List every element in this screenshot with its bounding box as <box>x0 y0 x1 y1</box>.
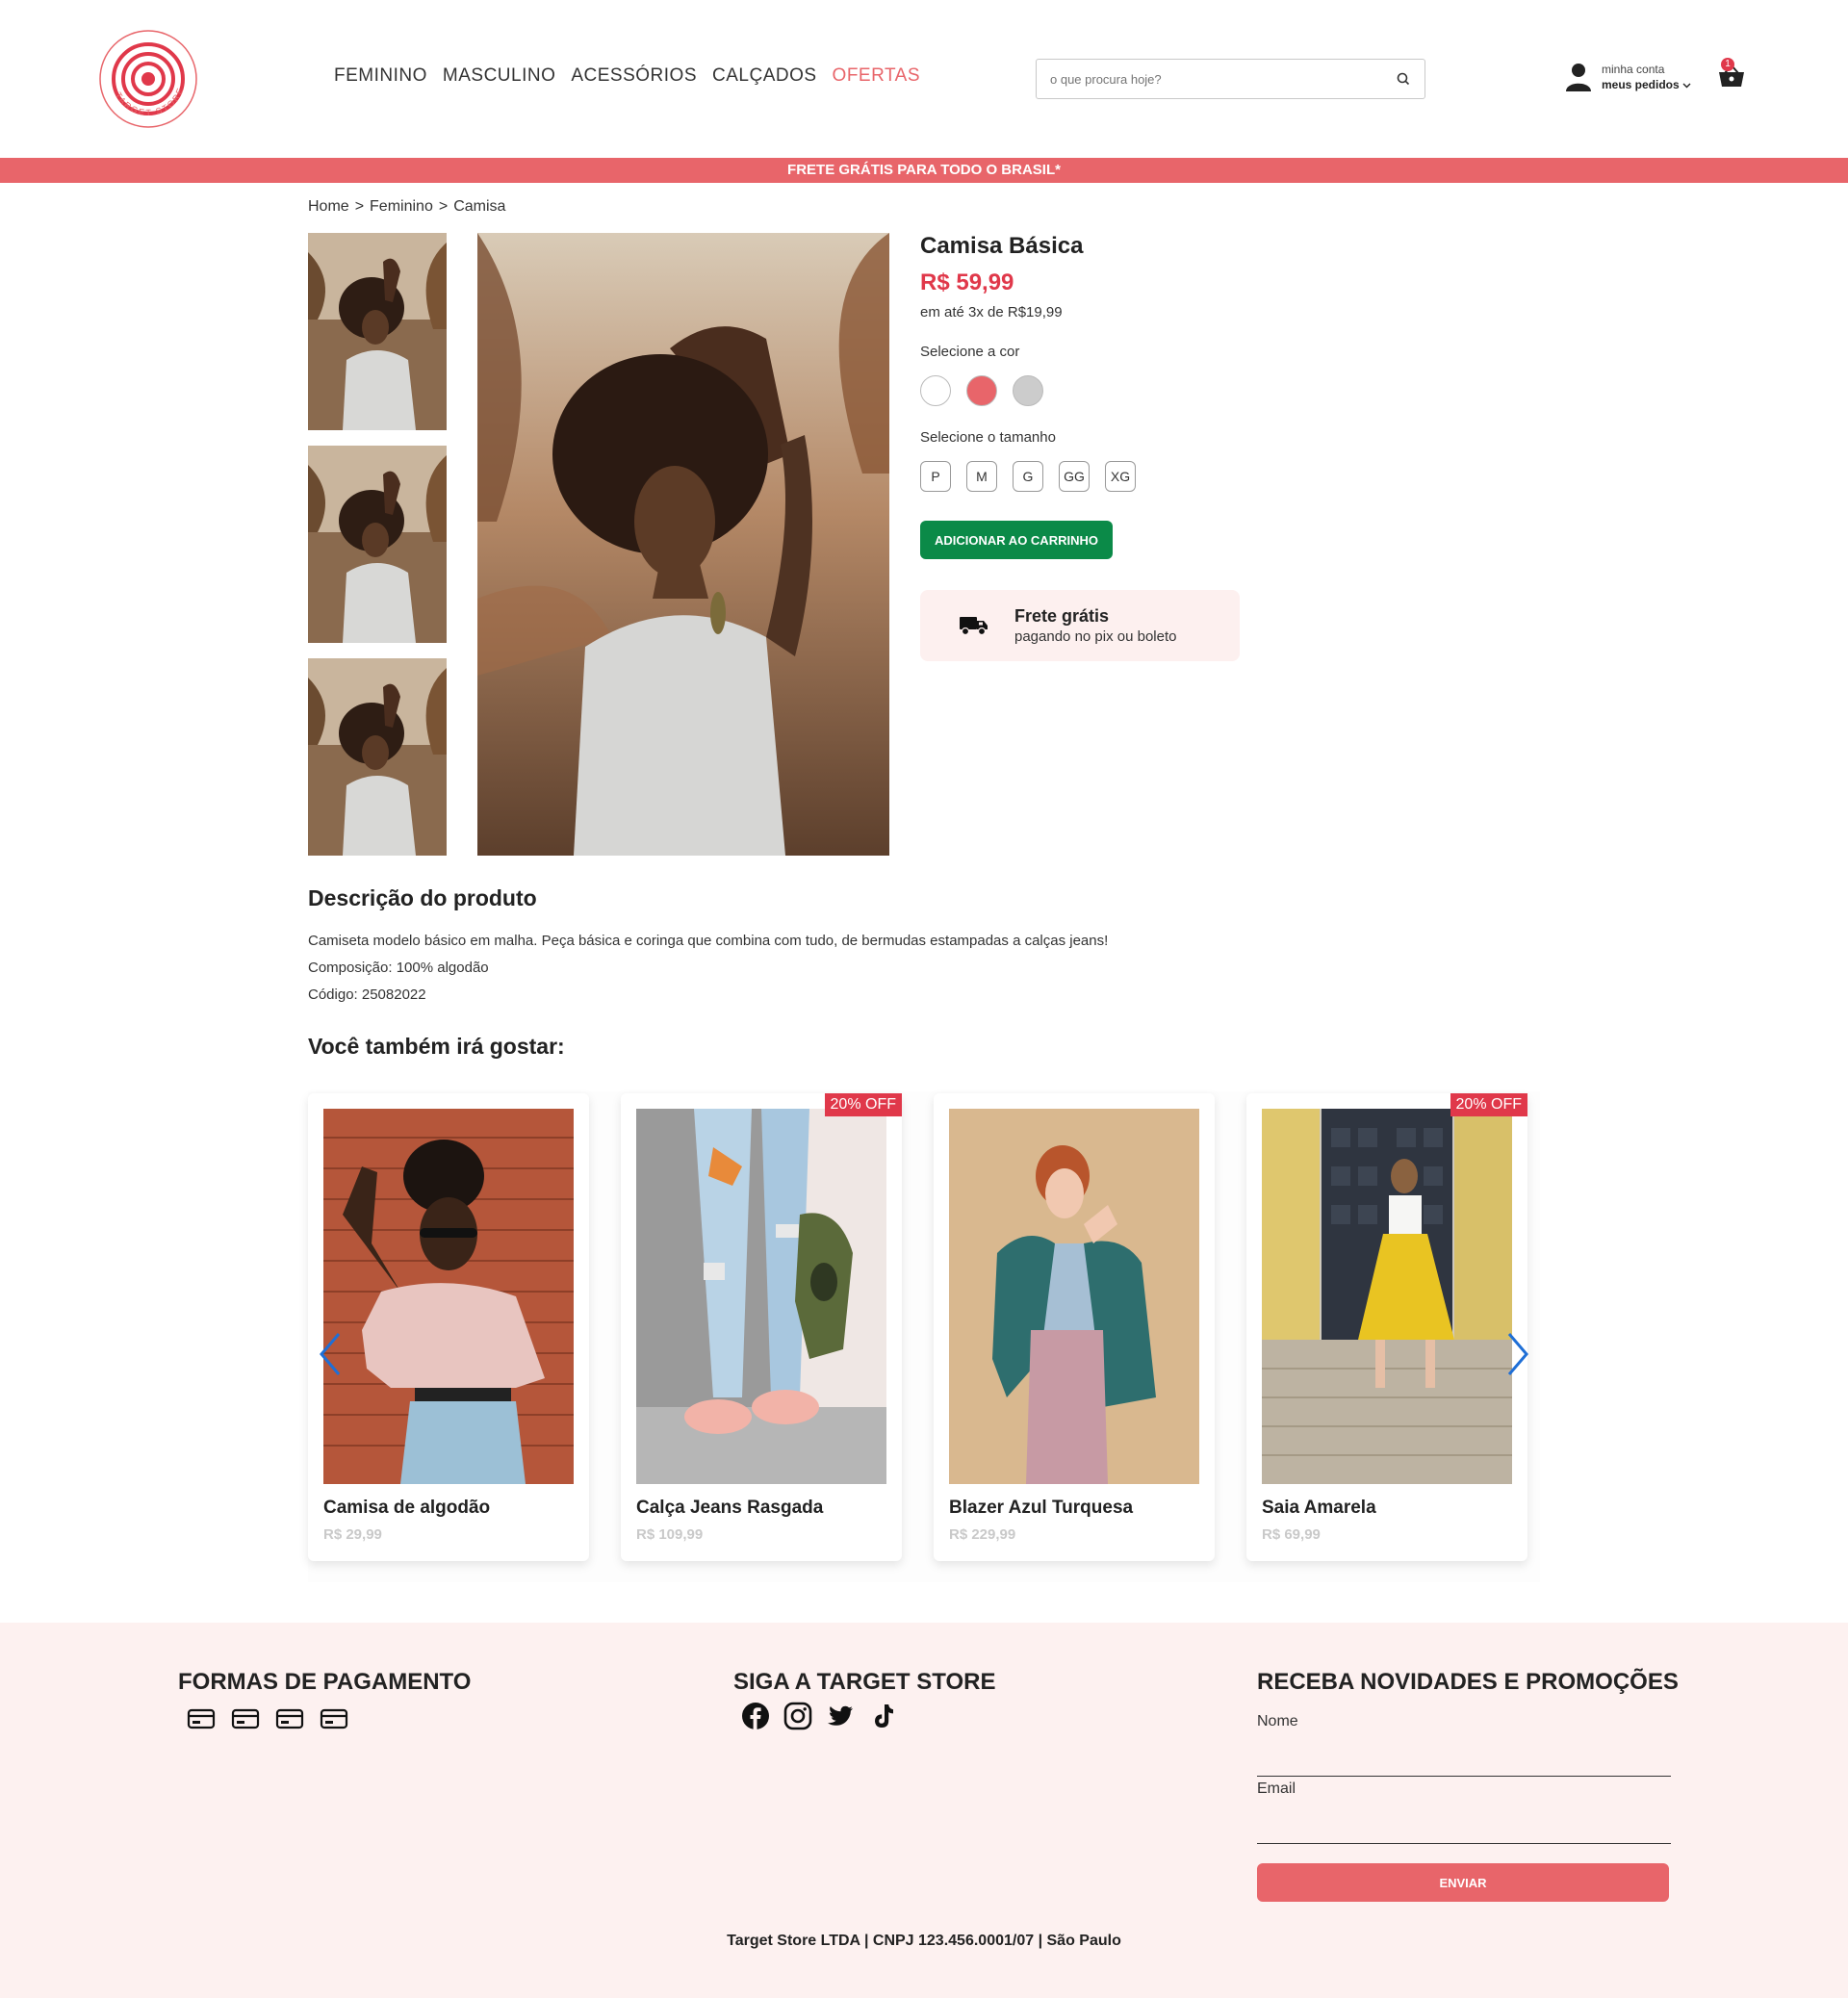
nav-calcados[interactable]: CALÇADOS <box>712 65 817 87</box>
color-label: Selecione a cor <box>920 344 1020 360</box>
payment-methods <box>187 1707 348 1730</box>
product-card[interactable]: 20% OFF Calça Jeans Rasgada R$ 109,99 <box>621 1093 902 1561</box>
email-label: Email <box>1257 1780 1296 1797</box>
product-info: Camisa Básica R$ 59,99 em até 3x de R$19… <box>920 233 1247 661</box>
free-shipping-banner: FRETE GRÁTIS PARA TODO O BRASIL* <box>0 158 1848 183</box>
thumbnail-list <box>308 233 447 871</box>
cart-count-badge: 1 <box>1721 58 1734 71</box>
product-card-image <box>636 1109 886 1484</box>
breadcrumb-separator: > <box>354 198 365 215</box>
description-heading: Descrição do produto <box>308 885 537 910</box>
product-card-image <box>949 1109 1199 1484</box>
twitter-icon[interactable] <box>826 1702 855 1730</box>
product-card-image <box>1262 1109 1512 1484</box>
credit-card-icon <box>275 1708 304 1729</box>
product-code: Código: 25082022 <box>308 986 426 1003</box>
product-description: Descrição do produto Camiseta modelo bás… <box>308 885 1270 1004</box>
product-price: R$ 59,99 <box>920 269 1014 295</box>
size-p-button[interactable]: P <box>920 461 951 492</box>
newsletter-email-input[interactable] <box>1257 1815 1671 1844</box>
breadcrumb-camisa: Camisa <box>453 198 506 215</box>
product-card-price: R$ 69,99 <box>1262 1526 1321 1543</box>
product-card[interactable]: Camisa de algodão R$ 29,99 <box>308 1093 589 1561</box>
shipping-title: Frete grátis <box>1014 606 1110 626</box>
site-header: TARGET STORE FEMININO MASCULINO ACESSÓRI… <box>0 0 1848 158</box>
product-card-price: R$ 109,99 <box>636 1526 704 1543</box>
newsletter-name-input[interactable] <box>1257 1748 1671 1777</box>
breadcrumb: Home > Feminino > Camisa <box>308 198 505 216</box>
recommendations-heading: Você também irá gostar: <box>308 1034 565 1059</box>
product-card[interactable]: 20% OFF Saia Amarela R$ 69,99 <box>1246 1093 1527 1561</box>
installments-text: em até 3x de R$19,99 <box>920 304 1063 320</box>
search-box <box>1036 59 1425 99</box>
shipping-subtitle: pagando no pix ou boleto <box>1014 628 1177 645</box>
instagram-icon[interactable] <box>783 1702 812 1730</box>
product-card-price: R$ 29,99 <box>323 1526 382 1543</box>
carousel-prev-arrow[interactable] <box>318 1332 343 1376</box>
product-card-name: Saia Amarela <box>1262 1498 1376 1518</box>
size-g-button[interactable]: G <box>1013 461 1043 492</box>
product-card[interactable]: Blazer Azul Turquesa R$ 229,99 <box>934 1093 1215 1561</box>
search-input[interactable] <box>1050 71 1396 87</box>
truck-icon <box>960 617 988 636</box>
size-label: Selecione o tamanho <box>920 429 1056 446</box>
nav-ofertas[interactable]: OFERTAS <box>833 65 920 87</box>
product-title: Camisa Básica <box>920 233 1084 259</box>
main-nav: FEMININO MASCULINO ACESSÓRIOS CALÇADOS O… <box>334 65 920 87</box>
payment-heading: FORMAS DE PAGAMENTO <box>178 1669 472 1695</box>
credit-card-icon <box>187 1708 216 1729</box>
newsletter-submit-button[interactable]: ENVIAR <box>1257 1863 1669 1902</box>
site-footer: FORMAS DE PAGAMENTO SIGA A TARGET STORE … <box>0 1623 1848 1998</box>
user-icon <box>1566 64 1591 91</box>
chevron-down-icon <box>1682 83 1691 89</box>
recommendations-carousel: Camisa de algodão R$ 29,99 20% OFF Calça… <box>308 1091 1540 1582</box>
add-to-cart-button[interactable]: ADICIONAR AO CARRINHO <box>920 521 1113 559</box>
size-xg-button[interactable]: XG <box>1105 461 1136 492</box>
credit-card-icon <box>231 1708 260 1729</box>
discount-badge: 20% OFF <box>1450 1093 1527 1116</box>
breadcrumb-home[interactable]: Home <box>308 198 349 216</box>
nav-feminino[interactable]: FEMININO <box>334 65 427 87</box>
facebook-icon[interactable] <box>741 1702 770 1730</box>
description-text: Camiseta modelo básico em malha. Peça bá… <box>308 933 1109 949</box>
free-shipping-box: Frete grátis pagando no pix ou boleto <box>920 590 1240 661</box>
discount-badge: 20% OFF <box>824 1093 902 1116</box>
product-thumbnail[interactable] <box>308 446 447 643</box>
size-m-button[interactable]: M <box>966 461 997 492</box>
search-icon[interactable] <box>1396 71 1411 87</box>
cart-button[interactable]: 1 <box>1717 58 1746 90</box>
composition-text: Composição: 100% algodão <box>308 960 489 976</box>
store-logo[interactable]: TARGET STORE <box>98 29 198 129</box>
carousel-next-arrow[interactable] <box>1505 1332 1530 1376</box>
name-label: Nome <box>1257 1713 1298 1729</box>
product-main-image <box>477 233 889 856</box>
orders-label: meus pedidos <box>1602 78 1680 91</box>
product-thumbnail[interactable] <box>308 233 447 430</box>
credit-card-icon <box>320 1708 348 1729</box>
account-menu[interactable]: minha conta meus pedidos <box>1565 62 1691 92</box>
size-options: P M G GG XG <box>920 461 1247 492</box>
breadcrumb-feminino[interactable]: Feminino <box>370 198 433 216</box>
social-heading: SIGA A TARGET STORE <box>733 1669 996 1695</box>
product-card-name: Calça Jeans Rasgada <box>636 1498 824 1518</box>
tiktok-icon[interactable] <box>868 1702 897 1730</box>
newsletter-heading: RECEBA NOVIDADES E PROMOÇÕES <box>1257 1669 1679 1695</box>
product-card-name: Camisa de algodão <box>323 1498 491 1518</box>
product-card-name: Blazer Azul Turquesa <box>949 1498 1134 1518</box>
social-links <box>741 1702 897 1730</box>
copyright-text: Target Store LTDA | CNPJ 123.456.0001/07… <box>727 1933 1121 1949</box>
breadcrumb-separator: > <box>438 198 449 215</box>
product-card-price: R$ 229,99 <box>949 1526 1016 1543</box>
color-swatch-coral[interactable] <box>966 375 997 406</box>
nav-acessorios[interactable]: ACESSÓRIOS <box>571 65 697 87</box>
color-swatch-gray[interactable] <box>1013 375 1043 406</box>
size-gg-button[interactable]: GG <box>1059 461 1090 492</box>
product-card-image <box>323 1109 574 1484</box>
nav-masculino[interactable]: MASCULINO <box>443 65 555 87</box>
product-thumbnail[interactable] <box>308 658 447 856</box>
color-options <box>920 375 1247 406</box>
account-label: minha conta <box>1602 63 1665 76</box>
color-swatch-white[interactable] <box>920 375 951 406</box>
